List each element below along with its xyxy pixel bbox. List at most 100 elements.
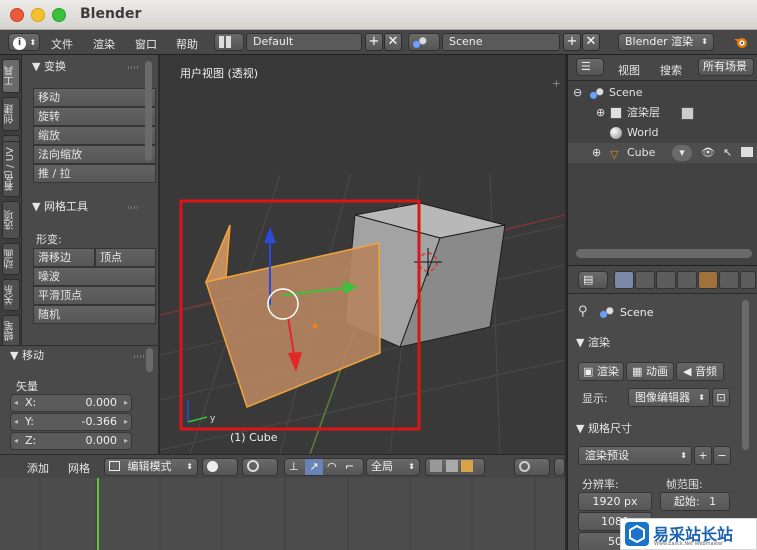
translate-manipulator-icon[interactable]: ↗ <box>305 459 323 475</box>
tab-tools[interactable]: 工具 <box>2 59 20 93</box>
translate-button[interactable]: 移动 <box>33 88 156 107</box>
menu-window[interactable]: 窗口 <box>135 36 157 52</box>
tab-render-camera-icon[interactable] <box>614 271 634 289</box>
close-window-button[interactable] <box>10 8 24 22</box>
remove-scene-button[interactable]: ✕ <box>582 33 600 51</box>
collapse-icon[interactable]: ⊖ <box>573 83 582 103</box>
drag-grip-icon[interactable] <box>134 355 144 358</box>
layout-browse-button[interactable] <box>214 33 244 51</box>
tab-object-icon[interactable] <box>698 271 718 289</box>
outliner-editor-type[interactable]: ☰ <box>576 58 604 76</box>
slide-vertex-button[interactable]: 顶点 <box>95 248 156 267</box>
outliner-item-world[interactable]: World <box>568 123 757 143</box>
tab-options[interactable]: 选项 <box>2 201 20 239</box>
dimensions-section-header[interactable]: ▼ 规格尺寸 <box>576 420 632 436</box>
scene-field[interactable]: Scene <box>442 33 560 51</box>
render-animation-button[interactable]: ▦ 动画 <box>626 362 674 381</box>
manipulator-icon[interactable]: ⊥ <box>289 459 299 475</box>
vector-y-field[interactable]: ◂ Y: -0.366 ▸ <box>10 413 132 431</box>
tab-scene-icon[interactable] <box>656 271 676 289</box>
expand-icon[interactable]: ⊕ <box>596 103 605 123</box>
tab-shading-uv[interactable]: 着色 / UV <box>2 141 20 197</box>
minimize-window-button[interactable] <box>31 8 45 22</box>
transform-orientation-select[interactable]: 全局 ⬍ <box>366 458 420 476</box>
slide-edge-button[interactable]: 滑移边 <box>33 248 95 267</box>
add-region-icon[interactable]: + <box>552 77 561 90</box>
vertex-select-icon[interactable] <box>430 460 442 472</box>
tab-constraints-icon[interactable] <box>719 271 739 289</box>
timeline-editor[interactable] <box>0 478 565 550</box>
outliner-item-scene[interactable]: ⊖ Scene <box>568 83 757 103</box>
scene-browse-button[interactable] <box>408 33 440 51</box>
mode-select[interactable]: 编辑模式 ⬍ <box>104 458 198 476</box>
screen-layout-field[interactable]: Default <box>246 33 362 51</box>
add-preset-button[interactable]: + <box>694 446 712 465</box>
lock-interface-icon[interactable]: ⊡ <box>712 388 730 407</box>
shrink-fatten-button[interactable]: 法向缩放 <box>33 145 156 164</box>
cursor-select-icon[interactable]: ↖ <box>723 143 732 163</box>
resolution-x-field[interactable]: 1920 px <box>578 492 652 511</box>
camera-icon[interactable] <box>741 147 753 157</box>
mesh-tools-panel-header[interactable]: ▼ 网格工具 <box>22 197 142 217</box>
redo-scrollbar[interactable] <box>146 348 153 372</box>
properties-scrollbar[interactable] <box>742 300 749 450</box>
outliner-item-render-layers[interactable]: ⊕ 渲染层 <box>568 103 757 123</box>
add-layout-button[interactable]: + <box>365 33 383 51</box>
outliner-item-cube[interactable]: ⊕ ▽ Cube ▾ 👁 ↖ <box>568 143 757 163</box>
3d-viewport[interactable]: y 用户视图 (透视) (1) Cube + <box>160 55 565 454</box>
tab-grease-pencil[interactable]: 蜡笔 <box>2 315 20 347</box>
scale-button[interactable]: 缩放 <box>33 126 156 145</box>
remove-layout-button[interactable]: ✕ <box>384 33 402 51</box>
outliner-menu-search[interactable]: 搜索 <box>660 62 682 78</box>
viewport-shading-select[interactable] <box>202 458 238 476</box>
randomize-button[interactable]: 随机 <box>33 305 156 324</box>
eye-icon[interactable]: 👁 <box>701 143 715 163</box>
tab-animation[interactable]: 动画 <box>2 243 20 275</box>
render-section-header[interactable]: ▼ 渲染 <box>576 334 610 350</box>
tab-modifiers-icon[interactable] <box>740 271 756 289</box>
vector-z-field[interactable]: ◂ Z: 0.000 ▸ <box>10 432 132 450</box>
push-pull-button[interactable]: 推 / 拉 <box>33 164 156 183</box>
render-preset-select[interactable]: 渲染预设 ⬍ <box>578 446 692 465</box>
tab-relations[interactable]: 关系 <box>2 279 20 311</box>
outliner-hscrollbar[interactable] <box>576 249 752 258</box>
tab-render-layers-icon[interactable] <box>635 271 655 289</box>
smooth-vertex-button[interactable]: 平滑顶点 <box>33 286 156 305</box>
drag-grip-icon[interactable] <box>128 206 138 209</box>
editor-type-menu[interactable]: i ⬍ <box>8 33 40 51</box>
tab-create[interactable]: 创建 <box>2 97 20 131</box>
mesh-data-icon[interactable]: ▾ <box>672 145 692 161</box>
snap-toggle[interactable] <box>554 458 565 476</box>
menu-mesh[interactable]: 网格 <box>68 460 90 476</box>
redo-panel-header[interactable]: ▼ 移动 <box>0 346 144 366</box>
menu-file[interactable]: 文件 <box>51 36 73 52</box>
drag-grip-icon[interactable] <box>128 66 138 69</box>
manipulator-toggles[interactable]: ⊥ ↗ ◠ ⌐ <box>284 458 364 476</box>
frame-start-field[interactable]: 起始: 1 <box>660 492 730 511</box>
scale-manipulator-icon[interactable]: ⌐ <box>345 459 354 475</box>
menu-add[interactable]: 添加 <box>27 460 49 476</box>
render-engine-select[interactable]: Blender 渲染 ⬍ <box>618 33 714 51</box>
transform-panel-header[interactable]: ▼ 变换 <box>22 57 142 77</box>
pin-icon[interactable]: ⚲ <box>578 304 588 319</box>
rotate-button[interactable]: 旋转 <box>33 107 156 126</box>
remove-preset-button[interactable]: − <box>713 446 731 465</box>
display-select[interactable]: 图像编辑器 ⬍ <box>628 388 710 407</box>
render-layer-icon[interactable] <box>681 107 694 120</box>
properties-editor-type[interactable]: ▤ <box>578 271 608 289</box>
select-mode-toggles[interactable] <box>425 458 485 476</box>
menu-render[interactable]: 渲染 <box>93 36 115 52</box>
vector-x-field[interactable]: ◂ X: 0.000 ▸ <box>10 394 132 412</box>
rotate-manipulator-icon[interactable]: ◠ <box>327 459 337 475</box>
pivot-point-select[interactable] <box>242 458 278 476</box>
proportional-edit-select[interactable] <box>514 458 550 476</box>
outliner-menu-view[interactable]: 视图 <box>618 62 640 78</box>
outliner-filter-select[interactable]: 所有场景 <box>698 58 754 76</box>
menu-help[interactable]: 帮助 <box>176 36 198 52</box>
render-audio-button[interactable]: ◀ 音频 <box>676 362 724 381</box>
tab-world-icon[interactable] <box>677 271 697 289</box>
edge-select-icon[interactable] <box>445 460 458 472</box>
maximize-window-button[interactable] <box>52 8 66 22</box>
expand-icon[interactable]: ⊕ <box>592 143 601 163</box>
render-image-button[interactable]: ▣ 渲染 <box>578 362 624 381</box>
